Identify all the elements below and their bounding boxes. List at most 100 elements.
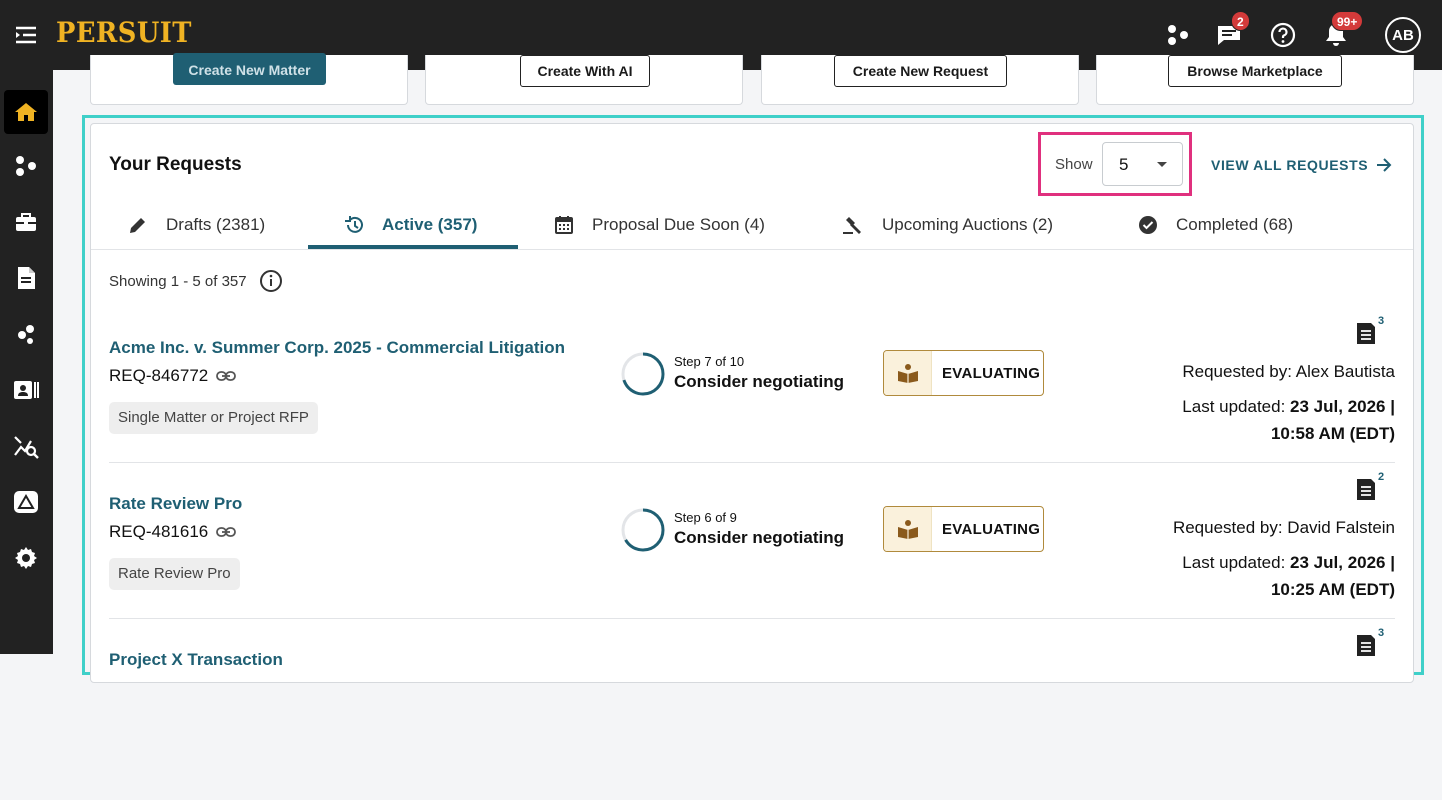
card-create-matter: Create New Matter (90, 53, 408, 105)
request-title-link[interactable]: Rate Review Pro (109, 494, 242, 514)
step-label: Consider negotiating (674, 372, 844, 391)
history-icon (345, 216, 363, 233)
calendar-icon (555, 216, 573, 234)
sidebar-item-requests[interactable] (4, 256, 48, 300)
step-progress-ring (621, 352, 665, 396)
home-icon (15, 103, 37, 121)
card-create-ai: Create With AI (425, 55, 743, 105)
gavel-icon (843, 217, 861, 234)
link-icon[interactable] (216, 370, 237, 382)
last-updated-prefix: Last updated: (1182, 553, 1291, 572)
sidebar-item-analytics[interactable] (4, 312, 48, 356)
request-type-tag: Rate Review Pro (109, 558, 240, 590)
card-create-request: Create New Request (761, 55, 1079, 105)
sidebar-item-home[interactable] (4, 90, 48, 134)
documents-icon[interactable]: 3 (1356, 627, 1384, 663)
sidebar-item-network[interactable] (4, 144, 48, 188)
step-progress-ring (621, 508, 665, 552)
status-badge: EVALUATING (883, 506, 1044, 552)
ai-triangle-icon (14, 491, 38, 513)
tab-proposal-due-soon[interactable]: Proposal Due Soon (4) (554, 200, 765, 250)
request-id-text: REQ-846772 (109, 366, 209, 385)
sidebar-item-ai[interactable] (4, 480, 48, 524)
notifications-badge: 99+ (1331, 11, 1364, 31)
create-new-matter-button[interactable]: Create New Matter (173, 53, 326, 85)
evaluating-book-icon (884, 507, 932, 551)
last-updated-date: 23 Jul, 2026 | (1290, 553, 1395, 572)
last-updated-prefix: Last updated: (1182, 397, 1291, 416)
chart-search-icon (14, 436, 39, 459)
last-updated-time: 10:25 AM (EDT) (1270, 580, 1395, 599)
request-id-text: REQ-481616 (109, 522, 209, 541)
dots-network-icon (16, 156, 36, 176)
status-badge: EVALUATING (883, 350, 1044, 396)
showing-summary: Showing 1 - 5 of 357 (109, 269, 283, 293)
row-divider (109, 618, 1395, 619)
evaluating-book-icon (884, 351, 932, 395)
sidebar-item-matters[interactable] (4, 200, 48, 244)
request-row: Acme Inc. v. Summer Corp. 2025 - Commerc… (109, 315, 1395, 488)
user-avatar[interactable]: AB (1385, 17, 1421, 53)
link-icon[interactable] (216, 526, 237, 538)
caret-down-icon (1157, 162, 1167, 167)
request-title-link[interactable]: Project X Transaction (109, 650, 283, 670)
tab-completed[interactable]: Completed (68) (1138, 200, 1293, 250)
showing-text: Showing 1 - 5 of 357 (109, 272, 247, 290)
step-count: Step 7 of 10 (674, 354, 745, 369)
row-divider (109, 462, 1395, 463)
create-new-request-button[interactable]: Create New Request (834, 55, 1007, 87)
tab-upcoming-auctions[interactable]: Upcoming Auctions (2) (842, 200, 1053, 250)
status-label: EVALUATING (942, 520, 1041, 538)
requested-by: Requested by: David Falstein (1172, 518, 1395, 537)
messages-badge: 2 (1231, 11, 1250, 31)
document-icon (18, 267, 35, 289)
request-title-link[interactable]: Acme Inc. v. Summer Corp. 2025 - Commerc… (109, 338, 565, 358)
help-icon[interactable] (1268, 20, 1298, 50)
browse-marketplace-button[interactable]: Browse Marketplace (1168, 55, 1342, 87)
sidebar-item-directory[interactable] (4, 368, 48, 412)
gear-icon (15, 547, 37, 569)
card-marketplace: Browse Marketplace (1096, 55, 1414, 105)
tab-active[interactable]: Active (357) (344, 200, 477, 250)
step-count: Step 6 of 9 (674, 510, 737, 525)
tab-label: Drafts (2381) (166, 215, 266, 234)
bubbles-icon (18, 325, 34, 344)
briefcase-icon (16, 213, 36, 231)
status-label: EVALUATING (942, 364, 1041, 382)
show-count-value: 5 (1119, 155, 1129, 174)
request-row: Rate Review Pro REQ-481616 Rate Review P… (109, 471, 1395, 644)
last-updated: Last updated: 23 Jul, 2026 | 10:58 AM (E… (1182, 393, 1395, 447)
tab-drafts[interactable]: Drafts (2381) (128, 200, 265, 250)
contact-card-icon (14, 381, 39, 399)
tab-label: Completed (68) (1176, 215, 1294, 234)
show-label: Show (1055, 156, 1093, 173)
request-type-tag: Single Matter or Project RFP (109, 402, 318, 434)
tab-label: Active (357) (382, 215, 478, 234)
persuit-logo[interactable]: PERSUIT (56, 16, 192, 49)
create-with-ai-button[interactable]: Create With AI (520, 55, 650, 87)
sidebar-item-search-analysis[interactable] (4, 424, 48, 468)
tab-label: Upcoming Auctions (2) (882, 215, 1054, 234)
dots-apps-icon[interactable] (1163, 20, 1193, 50)
quick-actions-row: Create New Matter Create With AI Create … (90, 53, 1414, 105)
view-all-requests-link[interactable]: VIEW ALL REQUESTS (1211, 157, 1392, 173)
arrow-right-icon (1377, 158, 1392, 172)
pencil-icon (130, 218, 145, 233)
info-icon[interactable] (259, 269, 283, 293)
sidebar-item-settings[interactable] (4, 536, 48, 580)
requested-by: Requested by: Alex Bautista (1182, 362, 1395, 381)
last-updated-date: 23 Jul, 2026 | (1290, 397, 1395, 416)
documents-count: 3 (1378, 627, 1385, 639)
show-count-select[interactable]: 5 (1102, 142, 1183, 186)
your-requests-panel: Your Requests Show 5 VIEW ALL REQUESTS D… (90, 123, 1414, 683)
documents-count: 3 (1378, 315, 1385, 327)
expand-menu-icon[interactable] (14, 24, 38, 46)
left-sidebar (0, 70, 53, 654)
documents-icon[interactable]: 3 (1356, 315, 1384, 351)
documents-icon[interactable]: 2 (1356, 471, 1384, 507)
request-id: REQ-481616 (109, 522, 237, 542)
panel-title: Your Requests (109, 154, 242, 175)
request-row: Project X Transaction 3 (109, 627, 1395, 800)
last-updated-time: 10:58 AM (EDT) (1270, 424, 1395, 443)
last-updated: Last updated: 23 Jul, 2026 | 10:25 AM (E… (1182, 549, 1395, 603)
